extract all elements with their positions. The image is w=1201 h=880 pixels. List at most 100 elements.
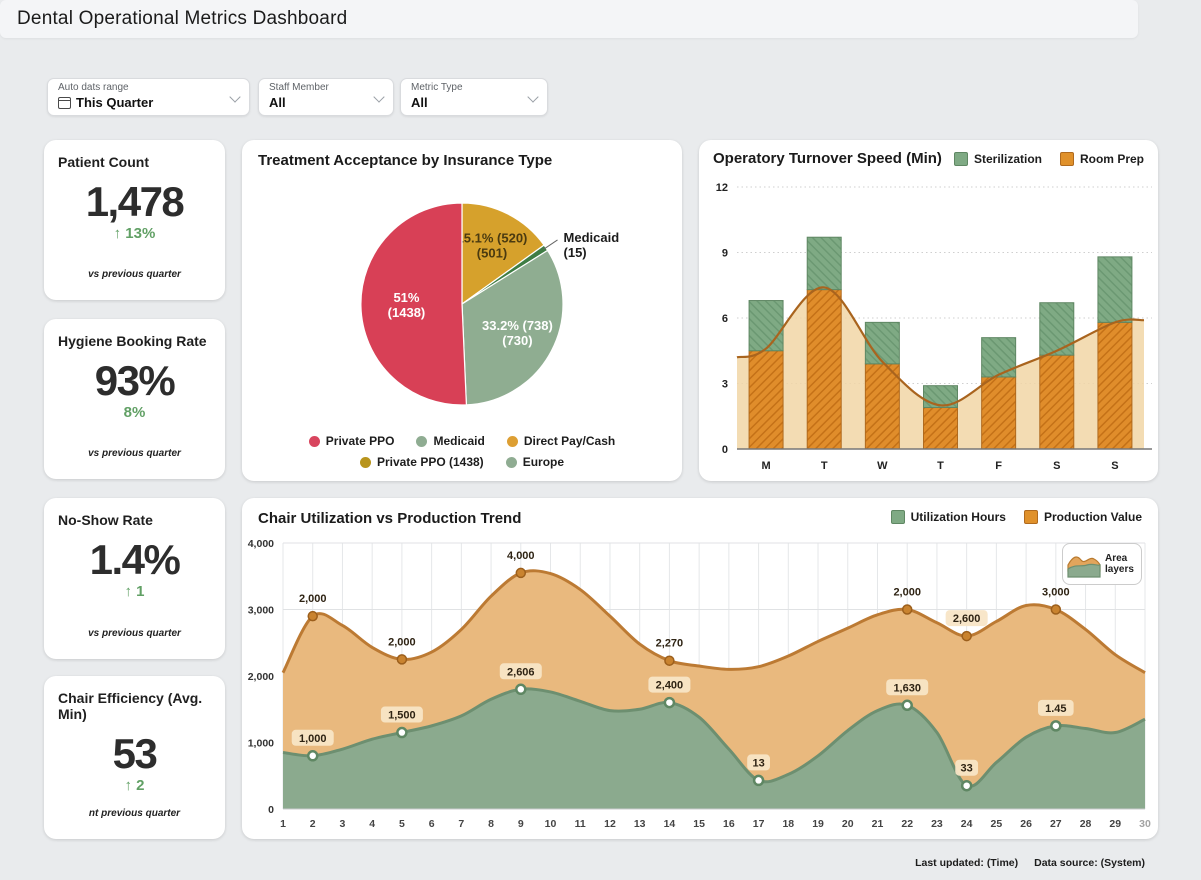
y-tick-label: 2,000	[248, 671, 274, 683]
x-tick-label: 7	[458, 818, 464, 830]
data-label: 1,500	[388, 710, 416, 722]
y-tick-label: 1,000	[248, 738, 274, 750]
x-tick-label: 28	[1080, 818, 1092, 830]
data-point	[515, 567, 527, 579]
pie-callout-line	[543, 239, 558, 250]
x-tick-label: 21	[872, 818, 884, 830]
x-tick-label: F	[995, 460, 1002, 472]
y-tick-label: 9	[722, 248, 728, 260]
legend-item[interactable]: Medicaid	[416, 434, 485, 448]
kpi-delta: 8%	[123, 404, 146, 421]
data-label: 4,000	[507, 550, 535, 562]
filter-metric-type-label: Metric Type	[411, 82, 463, 93]
data-point	[396, 726, 408, 739]
data-point	[901, 699, 913, 712]
kpi-delta: ↑ 13%	[113, 225, 156, 242]
pie-legend-row: Private PPO (1438) Europe	[359, 455, 564, 469]
kpi-note: nt previous quarter	[88, 808, 181, 819]
y-tick-label: 0	[268, 804, 274, 816]
x-tick-label: 23	[931, 818, 943, 830]
pie-callout-label: Medicaid (15)	[564, 230, 620, 260]
x-tick-label: 10	[545, 818, 557, 830]
bar-sterilization	[806, 236, 842, 291]
x-tick-label: 19	[812, 818, 824, 830]
data-label: 2,400	[656, 680, 684, 692]
kpi-card-patient-count: Patient Count 1,478 ↑ 13% vs previous qu…	[44, 140, 225, 300]
kpi-value: 93%	[94, 357, 176, 404]
trend-chart-card: Chair Utilization vs Production Trend Ut…	[242, 498, 1158, 839]
x-tick-label: 1	[280, 818, 286, 830]
data-label: 33	[961, 763, 973, 775]
inset-legend-text: Area	[1105, 553, 1128, 564]
bar-room-prep	[1097, 321, 1133, 450]
x-tick-label: 15	[693, 818, 705, 830]
page-title: Dental Operational Metrics Dashboard	[17, 8, 348, 29]
legend-item[interactable]: Private PPO (1438)	[359, 455, 484, 469]
area-layers-icon	[1067, 556, 1101, 578]
x-tick-label: 11	[575, 818, 586, 830]
kpi-title: Hygiene Booking Rate	[58, 333, 207, 349]
kpi-title: Patient Count	[58, 154, 149, 170]
filter-date-range[interactable]: Auto dats range This Quarter	[47, 78, 250, 116]
pie-chart: 15.1% (520) (501) Medicaid (15) 33.2% (738)(…	[242, 176, 682, 433]
inset-legend-text: layers	[1105, 564, 1134, 575]
kpi-value: 53	[112, 730, 158, 777]
filter-staff-member[interactable]: Staff Member All	[258, 78, 394, 116]
x-tick-label: S	[1053, 460, 1060, 472]
kpi-note: vs previous quarter	[88, 448, 181, 459]
pie-chart-card: Treatment Acceptance by Insurance Type 1…	[242, 140, 682, 481]
pie-legend: Private PPO Medicaid Direct Pay/Cash Privat…	[242, 434, 682, 469]
legend-swatch	[308, 435, 320, 447]
legend-item[interactable]: Private PPO	[308, 434, 394, 448]
x-tick-label: 30	[1139, 818, 1151, 830]
x-tick-label: 3	[340, 818, 346, 830]
legend-swatch	[506, 435, 518, 447]
bar-room-prep	[806, 289, 842, 450]
x-tick-label: T	[937, 460, 944, 472]
bar-sterilization	[1039, 302, 1075, 356]
data-point	[961, 630, 972, 642]
y-tick-label: 0	[722, 444, 728, 456]
filter-date-range-value: This Quarter	[76, 95, 154, 110]
pie-svg: 15.1% (520) (501)Medicaid (15)33.2% (738)(…	[360, 202, 620, 406]
x-tick-label: 22	[901, 818, 913, 830]
bar-sterilization	[1097, 256, 1133, 323]
data-label: 2,270	[656, 638, 684, 650]
x-tick-label: 20	[842, 818, 854, 830]
legend-swatch	[505, 456, 517, 468]
legend-label: Medicaid	[433, 434, 485, 448]
bar-room-prep	[748, 350, 784, 450]
x-tick-label: 2	[310, 818, 316, 830]
bar-room-prep	[923, 407, 958, 450]
filter-staff-member-value: All	[269, 95, 286, 110]
header-bar: Dental Operational Metrics Dashboard	[0, 0, 1138, 38]
data-point	[306, 750, 319, 762]
last-updated-text: Last updated: (Time)	[915, 857, 1019, 869]
x-tick-label: M	[761, 460, 770, 472]
dashboard-page: { "page": { "title": "Dental Operational…	[0, 0, 1201, 880]
y-tick-label: 3,000	[248, 605, 274, 617]
data-label: 1,000	[299, 733, 327, 745]
legend-item[interactable]: Direct Pay/Cash	[506, 434, 615, 448]
legend-item[interactable]: Europe	[505, 455, 564, 469]
filter-metric-type[interactable]: Metric Type All	[400, 78, 548, 116]
bar-chart: 0 3 6 9 12 M T W T F S S	[699, 140, 1158, 486]
bar-chart-card: Operatory Turnover Speed (Min) Steriliza…	[699, 140, 1158, 481]
x-tick-label: 16	[723, 818, 735, 830]
bar-room-prep	[981, 376, 1017, 450]
area-layers-inset-legend: Area layers	[1062, 543, 1142, 585]
bar-room-prep	[864, 363, 900, 450]
data-label: 2,000	[893, 587, 921, 599]
kpi-card-no-show-rate: No-Show Rate 1.4% ↑ 1 vs previous quarte…	[44, 498, 225, 659]
data-label: 13	[752, 757, 764, 769]
kpi-note: vs previous quarter	[88, 628, 181, 639]
data-point	[663, 696, 676, 709]
filter-staff-member-label: Staff Member	[269, 82, 329, 93]
data-point	[664, 655, 675, 666]
data-point	[752, 774, 765, 787]
x-tick-label: 17	[753, 818, 765, 830]
kpi-note: vs previous quarter	[88, 269, 181, 280]
x-tick-label: 12	[604, 818, 616, 830]
filter-date-range-label: Auto dats range	[58, 82, 129, 93]
data-label: 2,606	[507, 666, 535, 678]
